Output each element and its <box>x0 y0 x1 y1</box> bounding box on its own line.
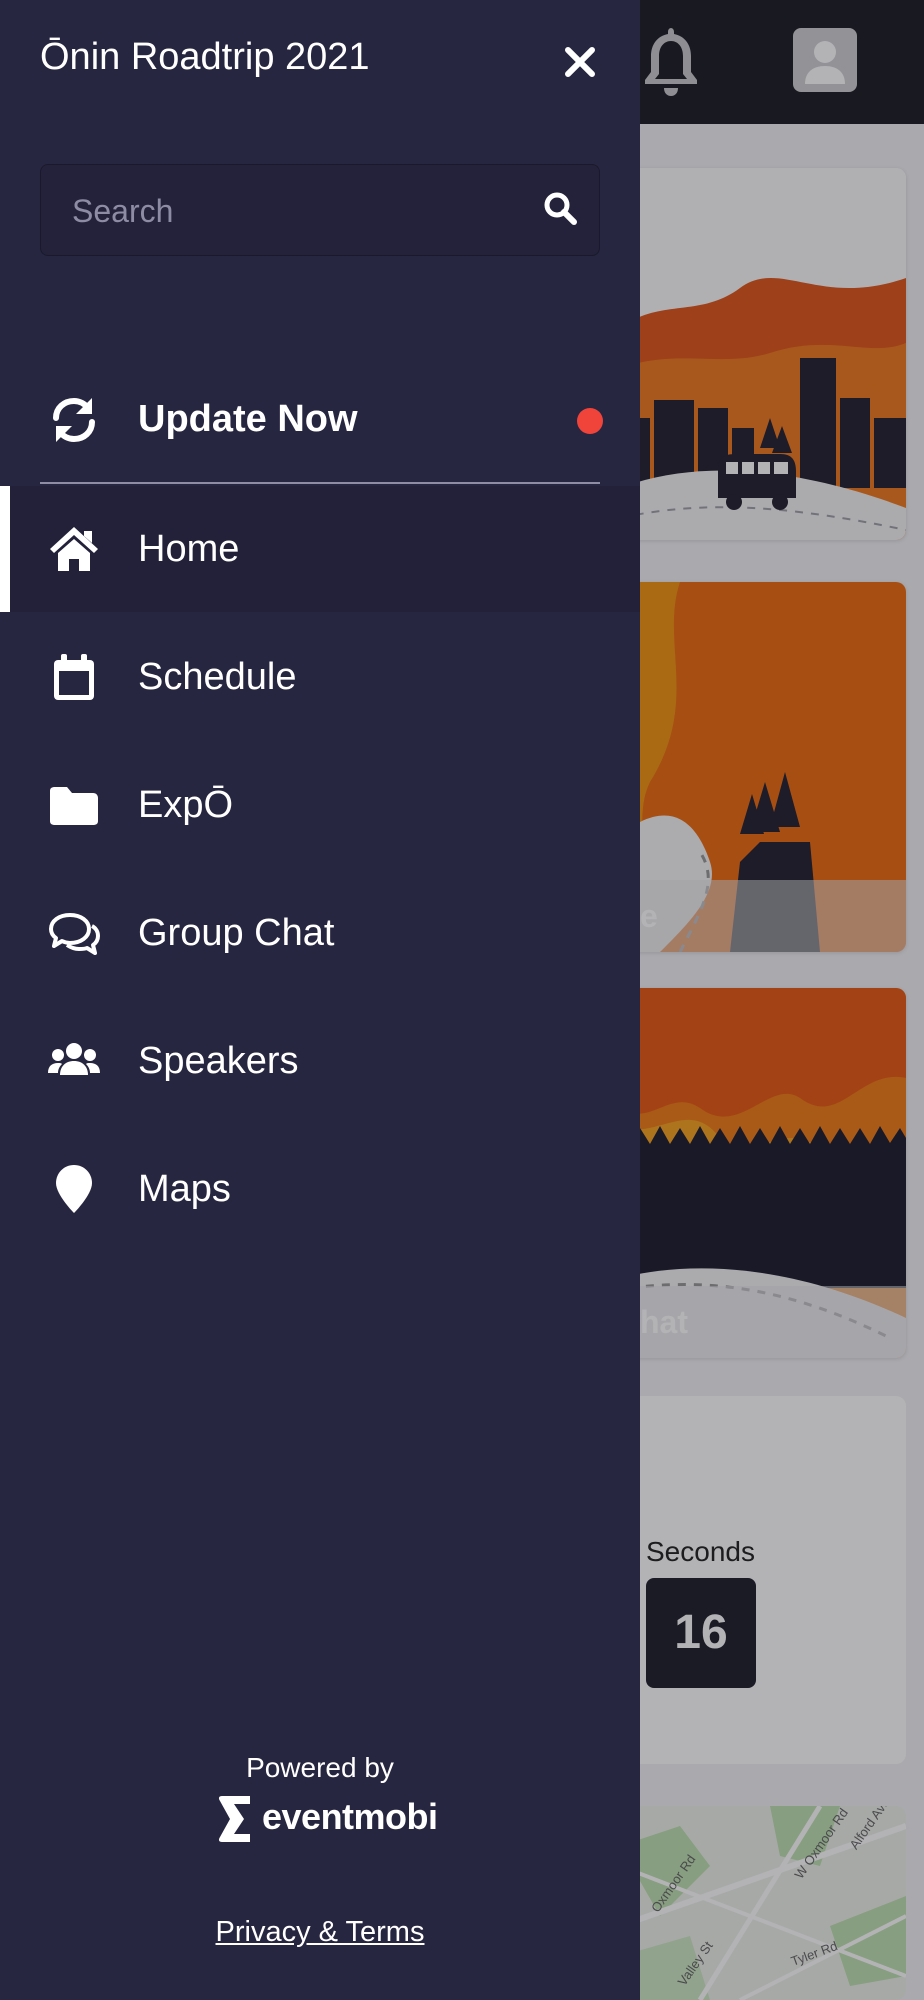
nav-item-label: Maps <box>138 1168 231 1210</box>
nav-item-schedule[interactable]: Schedule <box>0 614 640 740</box>
card-label: e <box>620 880 906 952</box>
map-card[interactable]: Oxmoor Rd W Oxmoor Rd Alford Ave Valley … <box>620 1806 906 2000</box>
home-card[interactable] <box>620 168 906 540</box>
map-pin-icon <box>56 1165 92 1213</box>
users-icon <box>48 1043 100 1075</box>
update-now-button[interactable]: Update Now <box>0 360 640 482</box>
city-illustration <box>620 168 906 540</box>
countdown-card: Seconds 16 <box>620 1396 906 1764</box>
search-input[interactable] <box>70 164 514 258</box>
side-drawer: Ōnin Roadtrip 2021 Update Now Home <box>0 0 640 2000</box>
calendar-icon <box>54 654 94 700</box>
privacy-terms-link[interactable]: Privacy & Terms <box>0 1916 640 1949</box>
brand-name: eventmobi <box>262 1796 438 1837</box>
seconds-label: Seconds <box>646 1536 755 1567</box>
bell-icon[interactable] <box>640 24 702 100</box>
home-icon <box>50 527 98 571</box>
seconds-value: 16 <box>646 1578 756 1688</box>
nav-item-expo[interactable]: ExpŌ <box>0 742 640 868</box>
eventmobi-icon <box>218 1796 250 1842</box>
powered-by-text: Powered by <box>246 1752 394 1783</box>
nav-item-speakers[interactable]: Speakers <box>0 998 640 1124</box>
eventmobi-logo[interactable]: eventmobi <box>216 1794 438 1844</box>
nav-item-label: Speakers <box>138 1040 299 1082</box>
divider <box>40 482 600 484</box>
avatar[interactable] <box>793 28 857 92</box>
nav-item-home[interactable]: Home <box>0 486 640 612</box>
update-now-label: Update Now <box>138 398 358 440</box>
close-icon[interactable] <box>558 40 602 84</box>
search-icon[interactable] <box>542 190 578 226</box>
folder-icon <box>50 787 98 825</box>
nav-item-label: Home <box>138 528 240 570</box>
search-box <box>40 164 600 258</box>
nav-item-label: Schedule <box>138 656 297 698</box>
event-title: Ōnin Roadtrip 2021 <box>40 36 370 78</box>
nav-item-label: Group Chat <box>138 912 335 954</box>
chat-icon <box>49 913 100 955</box>
update-indicator-dot <box>577 408 603 434</box>
user-icon <box>805 41 845 84</box>
schedule-card[interactable]: e <box>620 582 906 952</box>
refresh-icon <box>53 397 95 443</box>
card-label: hat <box>620 1286 906 1358</box>
nav-item-label: ExpŌ <box>138 784 234 826</box>
nav-item-maps[interactable]: Maps <box>0 1126 640 1252</box>
group-chat-card[interactable]: hat <box>620 988 906 1358</box>
nav-item-group-chat[interactable]: Group Chat <box>0 870 640 996</box>
